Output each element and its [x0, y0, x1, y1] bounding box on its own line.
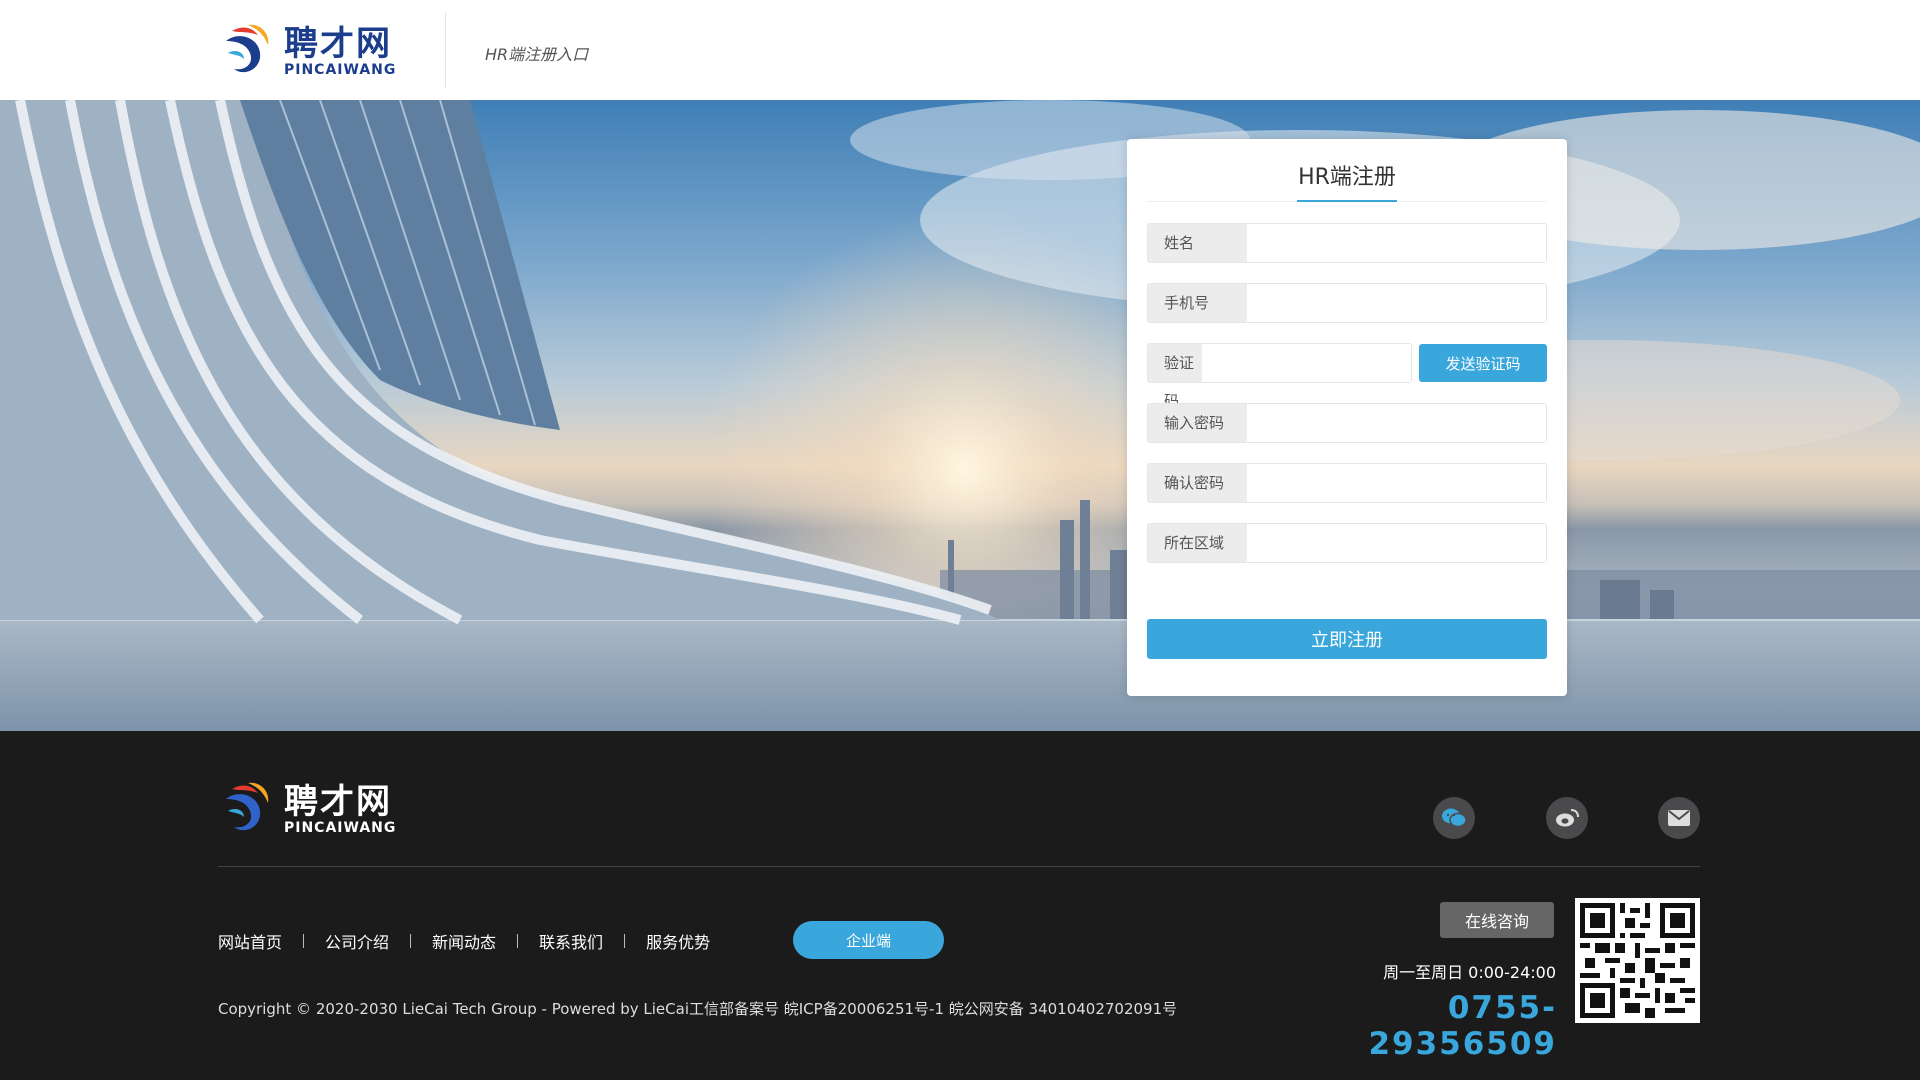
footer-logo-english-text: PINCAIWANG — [284, 820, 397, 836]
password-field: 输入密码 — [1147, 403, 1547, 443]
nav-separator — [624, 934, 626, 948]
confirm-password-input[interactable] — [1247, 464, 1546, 502]
footer-logo-swirl-icon — [218, 781, 274, 839]
logo-chinese-text: 聘才网 — [284, 24, 392, 64]
site-logo[interactable]: 聘才网 PINCAIWANG — [218, 22, 398, 82]
verification-code-input[interactable] — [1202, 344, 1411, 382]
verification-code-label: 验证码 — [1148, 344, 1202, 410]
password-input[interactable] — [1247, 404, 1546, 442]
nav-separator — [517, 934, 519, 948]
phone-input[interactable] — [1247, 284, 1546, 322]
verification-code-field: 验证码 — [1147, 343, 1412, 410]
region-label: 所在区域 — [1148, 524, 1247, 562]
qr-code — [1575, 898, 1700, 1023]
mail-icon[interactable] — [1658, 797, 1700, 839]
service-hours: 周一至周日 0:00-24:00 — [1383, 963, 1556, 982]
phone-label: 手机号 — [1148, 284, 1247, 322]
region-input[interactable] — [1247, 524, 1546, 562]
online-consult-button[interactable]: 在线咨询 — [1440, 902, 1554, 938]
logo-english-text: PINCAIWANG — [284, 62, 397, 78]
header-subtitle: HR端注册入口 — [485, 45, 589, 64]
register-card: HR端注册 姓名 手机号 验证码 发送验证码 输入密码 确认密码 所在区域 立即… — [1127, 139, 1567, 696]
send-code-button[interactable]: 发送验证码 — [1419, 344, 1547, 382]
name-field: 姓名 — [1147, 223, 1547, 263]
header-divider — [445, 12, 446, 88]
weibo-icon[interactable] — [1546, 797, 1588, 839]
confirm-password-label: 确认密码 — [1148, 464, 1247, 502]
nav-separator — [303, 934, 305, 948]
register-title: HR端注册 — [1298, 165, 1396, 190]
footer-logo[interactable]: 聘才网 PINCAIWANG — [218, 781, 396, 839]
title-accent-bar — [1297, 200, 1397, 202]
confirm-password-field: 确认密码 — [1147, 463, 1547, 503]
copyright-text: Copyright © 2020-2030 LieCai Tech Group … — [218, 1000, 1178, 1018]
footer-nav-news[interactable]: 新闻动态 — [432, 929, 496, 953]
footer-nav-about[interactable]: 公司介绍 — [325, 929, 389, 953]
footer-nav-home[interactable]: 网站首页 — [218, 929, 282, 953]
footer-logo-chinese-text: 聘才网 — [284, 782, 392, 822]
enterprise-button[interactable]: 企业端 — [793, 921, 944, 959]
hotline-phone: 0755-29356509 — [1368, 990, 1557, 1062]
site-footer: 聘才网 PINCAIWANG 网站首页 公司介绍 新闻动态 联系我们 服务优势 … — [0, 731, 1920, 1080]
region-field: 所在区域 — [1147, 523, 1547, 563]
wechat-icon[interactable] — [1433, 797, 1475, 839]
hero-banner — [0, 100, 1920, 731]
name-input[interactable] — [1247, 224, 1546, 262]
footer-nav-services[interactable]: 服务优势 — [646, 929, 710, 953]
register-submit-button[interactable]: 立即注册 — [1147, 619, 1547, 659]
footer-nav: 网站首页 公司介绍 新闻动态 联系我们 服务优势 — [218, 929, 710, 953]
site-header: 聘才网 PINCAIWANG HR端注册入口 — [0, 0, 1920, 100]
hero-cityscape-image — [0, 100, 1920, 731]
nav-separator — [410, 934, 412, 948]
password-label: 输入密码 — [1148, 404, 1247, 442]
footer-nav-contact[interactable]: 联系我们 — [539, 929, 603, 953]
name-label: 姓名 — [1148, 224, 1247, 262]
logo-swirl-icon — [218, 23, 274, 81]
phone-field: 手机号 — [1147, 283, 1547, 323]
footer-divider — [218, 866, 1700, 867]
